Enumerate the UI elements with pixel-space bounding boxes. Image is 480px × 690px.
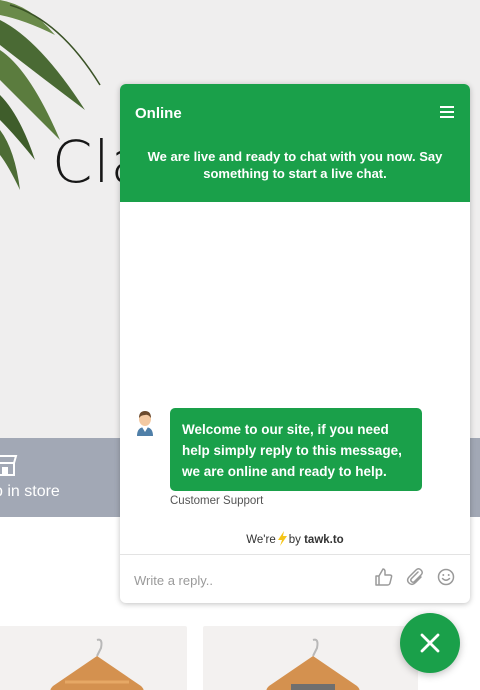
chat-close-button[interactable] [400, 613, 460, 673]
powered-prefix: We're [246, 534, 276, 546]
paperclip-icon[interactable] [405, 567, 425, 587]
product-card[interactable] [203, 626, 418, 690]
welcome-message-bubble: Welcome to our site, if you need help si… [170, 408, 422, 491]
close-icon [420, 633, 440, 653]
lightning-icon [277, 531, 287, 546]
smiley-icon[interactable] [436, 567, 456, 587]
message-sender: Customer Support [170, 495, 264, 507]
agent-avatar-icon [137, 411, 153, 436]
shop-in-store-label: p in store [0, 483, 60, 500]
chat-banner-text: We are live and ready to chat with you n… [147, 149, 443, 181]
menu-icon[interactable] [440, 106, 454, 118]
powered-by: by [288, 534, 301, 546]
product-card[interactable] [0, 626, 187, 690]
hanger-image [50, 638, 144, 690]
chat-header: Online We are live and ready to chat wit… [120, 84, 470, 202]
chat-messages[interactable]: Welcome to our site, if you need help si… [120, 202, 470, 554]
chat-widget: Online We are live and ready to chat wit… [120, 84, 470, 603]
hanger-image [266, 638, 360, 690]
store-icon [0, 455, 18, 476]
reply-input[interactable] [134, 569, 364, 591]
thumbs-up-icon[interactable] [374, 567, 394, 587]
chat-composer [120, 554, 470, 603]
powered-by-tawk[interactable]: We're by tawk.to [120, 531, 470, 546]
chat-status: Online [135, 105, 182, 122]
tawk-brand: tawk.to [304, 534, 344, 546]
